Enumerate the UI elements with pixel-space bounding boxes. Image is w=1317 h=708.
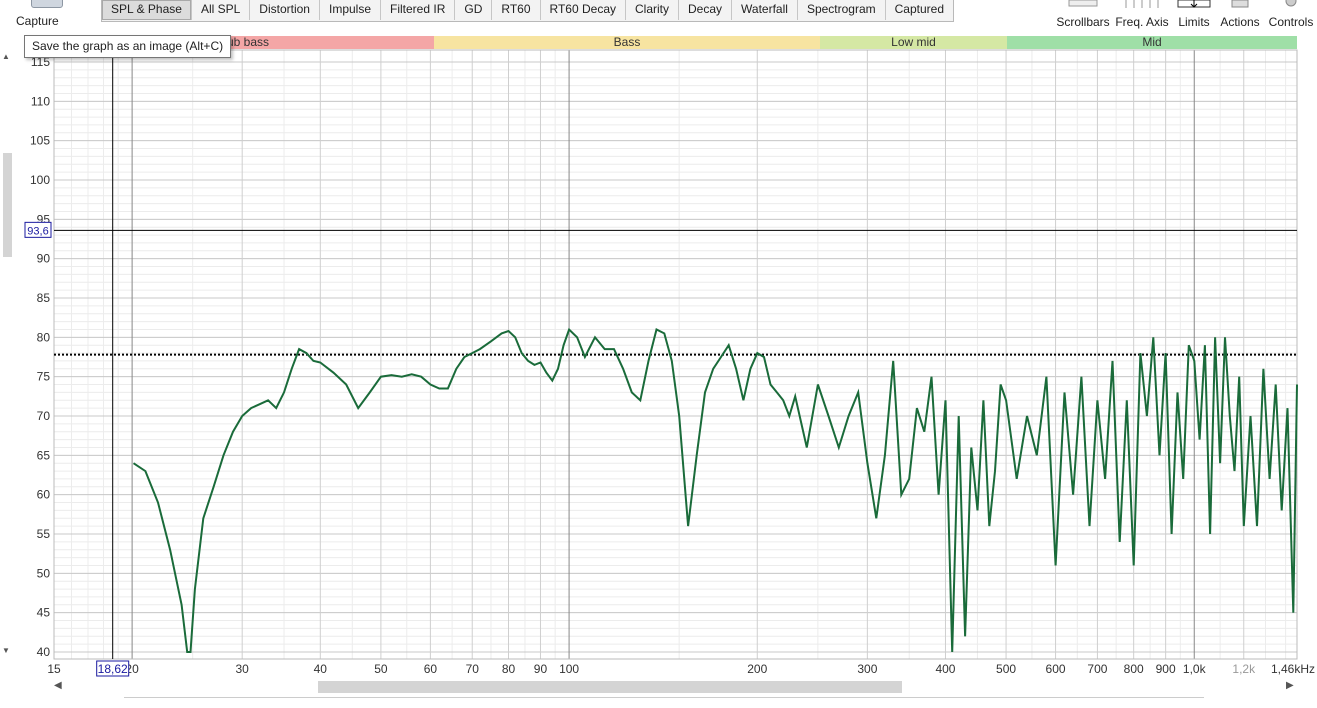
x-tick-label: 60 <box>424 662 438 676</box>
x-tick-label: 200 <box>747 662 767 676</box>
cursor-spl-readout: 93,6 <box>27 225 48 237</box>
x-tick-label: 15 <box>47 662 61 676</box>
capture-tooltip: Save the graph as an image (Alt+C) <box>24 35 232 58</box>
x-tick-label: 400 <box>935 662 955 676</box>
x-tick-label: 80 <box>502 662 516 676</box>
bottom-controls-bar <box>124 697 1204 708</box>
y-tick-label: 90 <box>37 252 51 266</box>
cursor-freq-readout: 18,62 <box>98 662 128 676</box>
x-axis-labels: 15 20 30 40 50 60 70 80 90 100 200 300 400 500 600 700 8… <box>47 662 1315 676</box>
x-tick-label: 100 <box>559 662 579 676</box>
x-tick-label: 50 <box>374 662 388 676</box>
y-tick-label: 50 <box>37 566 51 580</box>
y-tick-label: 110 <box>31 94 50 108</box>
y-tick-label: 75 <box>37 370 51 384</box>
x-tick-label: 700 <box>1087 662 1107 676</box>
horizontal-scroll-thumb[interactable] <box>318 681 902 693</box>
y-tick-label: 55 <box>37 527 51 541</box>
spl-graph[interactable]: 115110105100959085807570656055504540 15 2… <box>0 0 1317 680</box>
x-tick-label: 40 <box>314 662 328 676</box>
y-tick-label: 85 <box>37 291 51 305</box>
horizontal-scrollbar[interactable]: ◀ ▶ <box>54 680 1298 694</box>
y-tick-label: 80 <box>37 330 51 344</box>
y-tick-label: 40 <box>37 645 51 659</box>
y-tick-label: 65 <box>37 448 51 462</box>
x-tick-label: 600 <box>1046 662 1066 676</box>
x-tick-label: 500 <box>996 662 1016 676</box>
y-axis-labels: 115110105100959085807570656055504540 <box>30 55 50 659</box>
y-tick-label: 60 <box>37 488 51 502</box>
scroll-left-icon[interactable]: ◀ <box>54 680 62 691</box>
x-tick-label: 1,0k <box>1183 662 1207 676</box>
x-tick-label: 900 <box>1156 662 1176 676</box>
x-tick-label: 90 <box>534 662 548 676</box>
y-tick-label: 45 <box>37 606 51 620</box>
x-tick-label: 300 <box>857 662 877 676</box>
x-tick-label: 1,2k <box>1232 662 1256 676</box>
y-tick-label: 100 <box>30 173 50 187</box>
y-tick-label: 70 <box>37 409 51 423</box>
x-tick-label: 1,46kHz <box>1271 662 1315 676</box>
x-tick-label: 30 <box>236 662 250 676</box>
x-tick-label: 800 <box>1124 662 1144 676</box>
y-tick-label: 105 <box>30 134 50 148</box>
x-tick-label: 70 <box>466 662 480 676</box>
scroll-right-icon[interactable]: ▶ <box>1286 680 1294 691</box>
